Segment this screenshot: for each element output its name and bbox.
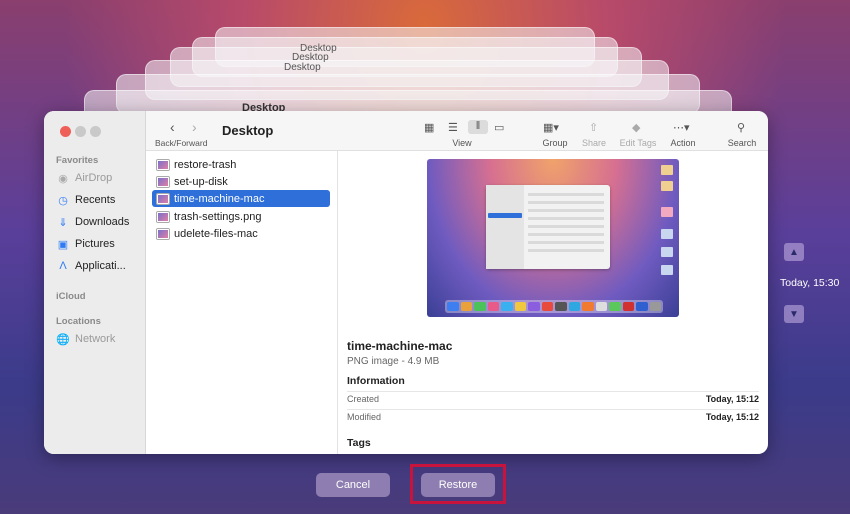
sidebar-item-downloads[interactable]: ⇓ Downloads [56, 213, 129, 231]
sidebar-item-label: AirDrop [75, 172, 113, 184]
image-file-icon [157, 193, 169, 204]
search-icon[interactable]: ⚲ [737, 121, 745, 134]
divider [347, 391, 759, 392]
file-name: set-up-disk [174, 175, 228, 188]
thumbnail-dock [445, 300, 663, 313]
preview-file-kind: PNG image - 4.9 MB [347, 356, 440, 367]
file-list: restore-trash set-up-disk time-machine-m… [146, 151, 338, 454]
sidebar-item-applications[interactable]: Λ Applicati... [56, 257, 126, 275]
clock-icon: ◷ [58, 194, 68, 207]
sidebar-item-label: Downloads [75, 216, 130, 228]
thumbnail-window [486, 185, 610, 269]
created-label: Created [347, 394, 380, 404]
action-label: Action [670, 138, 696, 148]
information-header: Information [347, 375, 405, 387]
window-title: Desktop [222, 123, 274, 138]
close-window-button[interactable] [60, 126, 71, 137]
forward-button[interactable]: › [192, 119, 197, 135]
timeline-up-button[interactable]: ▲ [784, 243, 804, 261]
view-label: View [452, 138, 472, 148]
file-name: udelete-files-mac [174, 227, 258, 240]
file-row-set-up-disk[interactable]: set-up-disk [152, 173, 330, 190]
modified-value: Today, 15:12 [705, 412, 759, 422]
timeline-down-button[interactable]: ▼ [784, 305, 804, 323]
image-file-icon [157, 159, 169, 170]
background-window-title: Desktop [284, 62, 321, 73]
download-icon: ⇓ [58, 216, 68, 229]
sidebar-item-pictures[interactable]: ▣ Pictures [56, 235, 115, 253]
sidebar-item-airdrop[interactable]: ◉ AirDrop [56, 169, 112, 187]
sidebar-item-label: Pictures [75, 238, 115, 250]
tags-header: Tags [347, 437, 371, 449]
file-name: time-machine-mac [174, 192, 265, 205]
file-row-restore-trash[interactable]: restore-trash [152, 156, 330, 173]
sidebar-item-network[interactable]: 🌐 Network [56, 330, 115, 348]
pictures-icon: ▣ [57, 238, 69, 251]
edit-tags-label: Edit Tags [619, 138, 657, 148]
preview-file-name: time-machine-mac [347, 339, 453, 353]
modified-label: Modified [347, 412, 382, 422]
list-view-button[interactable]: ☰ [448, 121, 458, 134]
search-label: Search [727, 138, 757, 148]
file-name: trash-settings.png [174, 210, 262, 223]
group-icon[interactable]: ▦▾ [543, 121, 559, 134]
restore-highlight-box [410, 464, 506, 504]
network-icon: 🌐 [56, 333, 70, 346]
image-file-icon [157, 228, 169, 239]
cancel-button[interactable]: Cancel [316, 473, 390, 497]
created-value: Today, 15:12 [705, 394, 759, 404]
preview-thumbnail [427, 159, 679, 317]
file-name: restore-trash [174, 158, 237, 171]
divider [347, 409, 759, 410]
tag-icon[interactable]: ◆ [632, 121, 640, 134]
gallery-view-button[interactable]: ▭ [494, 121, 504, 134]
toolbar: ‹ › Back/Forward Desktop ▦ ☰ ‖ ▭ View ▦▾… [146, 111, 768, 151]
back-button[interactable]: ‹ [170, 119, 175, 135]
sidebar-item-label: Recents [75, 194, 116, 206]
group-label: Group [542, 138, 568, 148]
action-icon[interactable]: ⋯▾ [673, 121, 690, 134]
file-row-trash-settings[interactable]: trash-settings.png [152, 208, 330, 225]
preview-pane: time-machine-mac PNG image - 4.9 MB Info… [338, 151, 768, 454]
back-forward-label: Back/Forward [155, 138, 208, 148]
file-row-udelete-files-mac[interactable]: udelete-files-mac [152, 225, 330, 242]
sidebar-favorites-header: Favorites [56, 155, 99, 166]
sidebar-item-label: Applicati... [75, 260, 126, 272]
applications-icon: Λ [59, 260, 67, 272]
file-row-time-machine-mac[interactable]: time-machine-mac [152, 190, 330, 207]
minimize-window-button[interactable] [75, 126, 86, 137]
sidebar-icloud-header: iCloud [56, 291, 86, 302]
icon-view-button[interactable]: ▦ [424, 121, 434, 134]
finder-window: Favorites ◉ AirDrop ◷ Recents ⇓ Download… [44, 111, 768, 454]
sidebar-item-recents[interactable]: ◷ Recents [56, 191, 115, 209]
image-file-icon [157, 211, 169, 222]
share-label: Share [581, 138, 607, 148]
sidebar-locations-header: Locations [56, 316, 101, 327]
timeline-timestamp: Today, 15:30 [780, 277, 840, 289]
share-icon[interactable]: ⇧ [589, 121, 598, 134]
airdrop-icon: ◉ [58, 172, 68, 185]
sidebar: Favorites ◉ AirDrop ◷ Recents ⇓ Download… [44, 111, 146, 454]
sidebar-item-label: Network [75, 333, 116, 345]
column-view-button[interactable]: ‖ [468, 120, 488, 134]
image-file-icon [157, 176, 169, 187]
zoom-window-button[interactable] [90, 126, 101, 137]
